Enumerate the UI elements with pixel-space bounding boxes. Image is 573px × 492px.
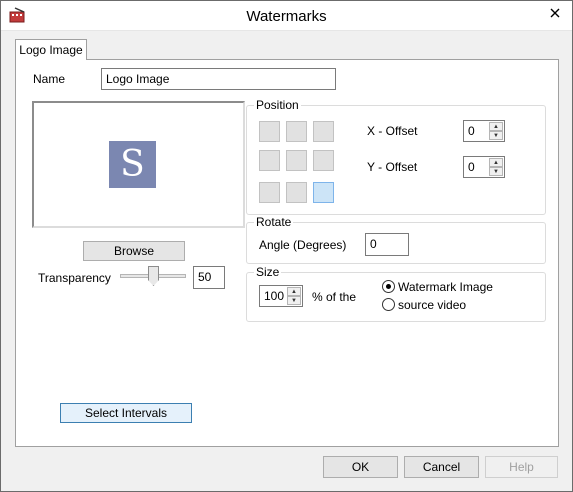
- angle-label: Angle (Degrees): [259, 238, 347, 252]
- tab-logo-image[interactable]: Logo Image: [15, 39, 87, 60]
- window-title: Watermarks: [246, 8, 327, 25]
- y-offset-spinner[interactable]: 0 ▲ ▼: [463, 156, 505, 178]
- position-group-title: Position: [254, 98, 301, 112]
- x-offset-up-icon[interactable]: ▲: [489, 122, 503, 131]
- x-offset-down-icon[interactable]: ▼: [489, 131, 503, 140]
- y-offset-label: Y - Offset: [367, 160, 418, 174]
- y-offset-value: 0: [468, 160, 475, 174]
- position-cell-middle-center[interactable]: [286, 150, 307, 171]
- name-input[interactable]: Logo Image: [101, 68, 336, 90]
- close-button[interactable]: [544, 4, 566, 24]
- watermark-image-radio[interactable]: [382, 280, 395, 293]
- position-cell-top-left[interactable]: [259, 121, 280, 142]
- close-icon: [550, 7, 560, 21]
- position-cell-bottom-right[interactable]: [313, 182, 334, 203]
- position-cell-bottom-left[interactable]: [259, 182, 280, 203]
- x-offset-label: X - Offset: [367, 124, 418, 138]
- browse-button[interactable]: Browse: [83, 241, 185, 261]
- size-group-title: Size: [254, 265, 282, 279]
- transparency-label: Transparency: [38, 271, 111, 285]
- select-intervals-button[interactable]: Select Intervals: [60, 403, 192, 423]
- watermarks-window: Watermarks Logo Image Name Logo Image S …: [0, 0, 573, 492]
- title-bar: Watermarks: [1, 1, 572, 31]
- y-offset-up-icon[interactable]: ▲: [489, 158, 503, 167]
- size-value: 100: [264, 289, 285, 303]
- size-spinner[interactable]: 100 ▲ ▼: [259, 285, 303, 307]
- transparency-input[interactable]: 50: [193, 266, 225, 289]
- ok-button[interactable]: OK: [323, 456, 398, 478]
- position-cell-bottom-center[interactable]: [286, 182, 307, 203]
- logo-image: S: [109, 141, 156, 188]
- source-video-radio[interactable]: [382, 298, 395, 311]
- position-cell-middle-left[interactable]: [259, 150, 280, 171]
- rotate-group: Rotate Angle (Degrees) 0: [246, 215, 546, 264]
- position-cell-top-right[interactable]: [313, 121, 334, 142]
- logo-preview: S: [32, 101, 245, 228]
- size-group: Size 100 ▲ ▼ % of the Watermark Image so…: [246, 265, 546, 322]
- source-video-label[interactable]: source video: [398, 298, 466, 312]
- cancel-button[interactable]: Cancel: [404, 456, 479, 478]
- position-group: Position X - Offset 0 ▲ ▼ Y - Offset 0 ▲…: [246, 98, 546, 215]
- size-down-icon[interactable]: ▼: [287, 296, 301, 305]
- y-offset-down-icon[interactable]: ▼: [489, 167, 503, 176]
- size-up-icon[interactable]: ▲: [287, 287, 301, 296]
- x-offset-value: 0: [468, 124, 475, 138]
- help-button[interactable]: Help: [485, 456, 558, 478]
- rotate-group-title: Rotate: [254, 215, 294, 229]
- transparency-slider-thumb[interactable]: [148, 266, 159, 286]
- watermark-image-label[interactable]: Watermark Image: [398, 280, 493, 294]
- percent-of-label: % of the: [312, 290, 357, 304]
- x-offset-spinner[interactable]: 0 ▲ ▼: [463, 120, 505, 142]
- position-cell-middle-right[interactable]: [313, 150, 334, 171]
- angle-input[interactable]: 0: [365, 233, 409, 256]
- logo-image-panel: Name Logo Image S Browse Transparency 50…: [15, 59, 559, 447]
- position-cell-top-center[interactable]: [286, 121, 307, 142]
- name-label: Name: [33, 72, 66, 86]
